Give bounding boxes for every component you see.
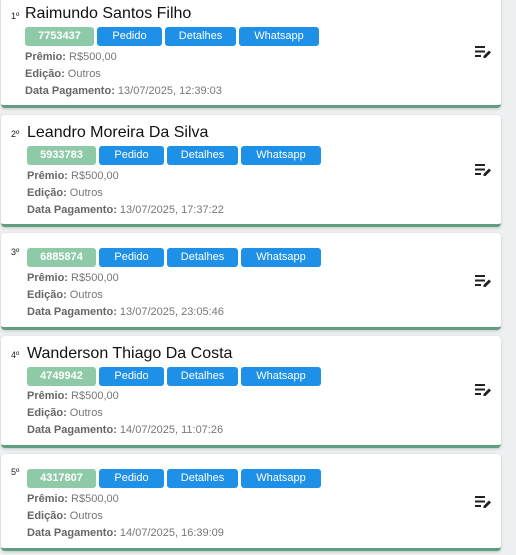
pedido-button[interactable]: Pedido (99, 367, 164, 386)
premio-value: R$500,00 (71, 493, 119, 505)
edit-list-icon[interactable] (474, 273, 492, 289)
winner-rank: 1º (11, 11, 20, 21)
detalhes-button[interactable]: Detalhes (167, 146, 238, 165)
winner-card: 3º 6885874 Pedido Detalhes Whatsapp Prêm… (1, 233, 501, 330)
winner-card: 1º Raimundo Santos Filho 7753437 Pedido … (1, 0, 501, 108)
edicao-value: Outros (69, 407, 103, 419)
edit-list-icon[interactable] (474, 494, 492, 510)
winner-card: 4º Wanderson Thiago Da Costa 4749942 Ped… (1, 336, 501, 448)
data-pagamento-row: Data Pagamento: 14/07/2025, 16:39:09 (27, 525, 224, 542)
premio-value: R$500,00 (71, 170, 119, 182)
premio-value: R$500,00 (71, 272, 119, 284)
premio-label: Prêmio: (27, 390, 68, 402)
pedido-button[interactable]: Pedido (99, 248, 164, 267)
data-pagamento-label: Data Pagamento: (27, 424, 117, 436)
edit-list-icon[interactable] (474, 382, 492, 398)
premio-row: Prêmio: R$500,00 (27, 168, 119, 185)
data-pagamento-value: 13/07/2025, 17:37:22 (119, 204, 224, 216)
edicao-label: Edição: (25, 68, 65, 80)
order-code-badge: 4749942 (27, 367, 96, 386)
detalhes-button[interactable]: Detalhes (165, 27, 236, 46)
premio-label: Prêmio: (27, 493, 68, 505)
edicao-label: Edição: (27, 407, 67, 419)
edicao-label: Edição: (27, 187, 67, 199)
data-pagamento-row: Data Pagamento: 13/07/2025, 12:39:03 (25, 83, 222, 100)
data-pagamento-value: 14/07/2025, 11:07:26 (119, 424, 224, 436)
edicao-value: Outros (67, 68, 101, 80)
edicao-row: Edição: Outros (27, 405, 103, 422)
premio-value: R$500,00 (69, 51, 117, 63)
edicao-row: Edição: Outros (25, 66, 101, 83)
winner-card: 5º 4317807 Pedido Detalhes Whatsapp Prêm… (1, 454, 501, 551)
edicao-row: Edição: Outros (27, 185, 103, 202)
whatsapp-button[interactable]: Whatsapp (241, 469, 321, 488)
premio-row: Prêmio: R$500,00 (27, 270, 119, 287)
edicao-row: Edição: Outros (27, 287, 103, 304)
data-pagamento-label: Data Pagamento: (27, 204, 117, 216)
winner-rank: 2º (11, 129, 20, 139)
order-code-badge: 5933783 (27, 146, 96, 165)
edicao-label: Edição: (27, 289, 67, 301)
winner-card: 2º Leandro Moreira Da Silva 5933783 Pedi… (1, 115, 501, 227)
data-pagamento-label: Data Pagamento: (25, 85, 115, 97)
edit-list-icon[interactable] (474, 44, 492, 60)
winner-actions: 4317807 Pedido Detalhes Whatsapp (27, 469, 321, 488)
edicao-value: Outros (69, 289, 103, 301)
data-pagamento-label: Data Pagamento: (27, 306, 117, 318)
data-pagamento-label: Data Pagamento: (27, 527, 117, 539)
whatsapp-button[interactable]: Whatsapp (241, 146, 321, 165)
premio-row: Prêmio: R$500,00 (27, 388, 119, 405)
detalhes-button[interactable]: Detalhes (167, 248, 238, 267)
winner-name: Leandro Moreira Da Silva (27, 124, 209, 141)
premio-label: Prêmio: (27, 170, 68, 182)
whatsapp-button[interactable]: Whatsapp (241, 248, 321, 267)
premio-label: Prêmio: (27, 272, 68, 284)
winner-actions: 7753437 Pedido Detalhes Whatsapp (25, 27, 319, 46)
detalhes-button[interactable]: Detalhes (167, 469, 238, 488)
premio-label: Prêmio: (25, 51, 66, 63)
pedido-button[interactable]: Pedido (99, 146, 164, 165)
edicao-label: Edição: (27, 510, 67, 522)
data-pagamento-value: 13/07/2025, 23:05:46 (119, 306, 224, 318)
pedido-button[interactable]: Pedido (99, 469, 164, 488)
order-code-badge: 6885874 (27, 248, 96, 267)
whatsapp-button[interactable]: Whatsapp (239, 27, 319, 46)
order-code-badge: 4317807 (27, 469, 96, 488)
winner-actions: 5933783 Pedido Detalhes Whatsapp (27, 146, 321, 165)
winner-actions: 6885874 Pedido Detalhes Whatsapp (27, 248, 321, 267)
edicao-row: Edição: Outros (27, 508, 103, 525)
premio-row: Prêmio: R$500,00 (25, 49, 117, 66)
data-pagamento-row: Data Pagamento: 13/07/2025, 23:05:46 (27, 304, 224, 321)
winner-actions: 4749942 Pedido Detalhes Whatsapp (27, 367, 321, 386)
premio-row: Prêmio: R$500,00 (27, 491, 119, 508)
edit-list-icon[interactable] (474, 162, 492, 178)
data-pagamento-value: 14/07/2025, 16:39:09 (119, 527, 224, 539)
data-pagamento-row: Data Pagamento: 14/07/2025, 11:07:26 (27, 422, 223, 439)
data-pagamento-value: 13/07/2025, 12:39:03 (117, 85, 222, 97)
winner-rank: 4º (11, 350, 20, 360)
detalhes-button[interactable]: Detalhes (167, 367, 238, 386)
premio-value: R$500,00 (71, 390, 119, 402)
order-code-badge: 7753437 (25, 27, 94, 46)
data-pagamento-row: Data Pagamento: 13/07/2025, 17:37:22 (27, 202, 224, 219)
winner-rank: 5º (11, 467, 20, 477)
winner-name: Raimundo Santos Filho (25, 5, 192, 22)
winner-name: Wanderson Thiago Da Costa (27, 345, 233, 362)
winner-rank: 3º (11, 247, 20, 257)
edicao-value: Outros (69, 187, 103, 199)
edicao-value: Outros (69, 510, 103, 522)
whatsapp-button[interactable]: Whatsapp (241, 367, 321, 386)
pedido-button[interactable]: Pedido (97, 27, 162, 46)
